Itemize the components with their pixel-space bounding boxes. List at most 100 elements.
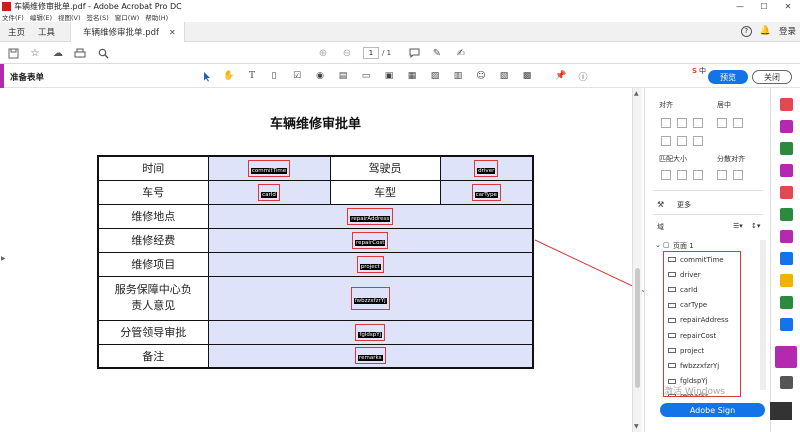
protect-icon[interactable] bbox=[780, 230, 793, 243]
center-vertical-icon[interactable] bbox=[733, 118, 743, 128]
tools-icon[interactable]: ⚒ bbox=[657, 200, 664, 209]
field-list-item[interactable]: repairCost bbox=[664, 328, 740, 343]
print-production-icon[interactable] bbox=[780, 296, 793, 309]
edit-pdf-icon[interactable] bbox=[780, 120, 793, 133]
more-button[interactable]: 更多 bbox=[677, 200, 691, 210]
close-icon[interactable]: ✕ bbox=[169, 28, 176, 37]
page-number-input[interactable]: 1 bbox=[363, 47, 379, 59]
close-form-button[interactable]: 关闭 bbox=[752, 70, 792, 84]
text-field-icon[interactable]: T bbox=[246, 70, 258, 82]
tab-tools[interactable]: 工具 bbox=[38, 22, 55, 42]
comment-icon[interactable] bbox=[407, 46, 421, 60]
tab-home[interactable]: 主页 bbox=[8, 22, 25, 42]
align-top-icon[interactable] bbox=[693, 118, 703, 128]
prepare-form-tool-icon[interactable] bbox=[775, 346, 797, 368]
page-node-label[interactable]: 页面 1 bbox=[673, 241, 694, 251]
scroll-up-icon[interactable]: ▲ bbox=[634, 90, 639, 97]
form-help-icon[interactable]: ⓘ bbox=[577, 70, 589, 83]
field-list-item[interactable]: carId bbox=[664, 282, 740, 297]
pen-icon[interactable]: ✎ bbox=[430, 46, 444, 60]
help-icon[interactable]: ? bbox=[740, 25, 752, 37]
left-panel-toggle-icon[interactable]: ▶ bbox=[1, 255, 6, 262]
star-icon[interactable]: ☆ bbox=[28, 46, 42, 60]
date-field-icon[interactable]: ▨ bbox=[429, 70, 441, 82]
fill-sign-icon[interactable] bbox=[780, 252, 793, 265]
align-bottom-icon[interactable] bbox=[661, 136, 671, 146]
checkbox-icon[interactable]: ☑ bbox=[291, 70, 303, 82]
print-icon[interactable] bbox=[73, 46, 87, 60]
organize-pages-icon[interactable] bbox=[780, 164, 793, 177]
match-both-icon[interactable] bbox=[693, 170, 703, 180]
field-list-item[interactable]: fwbzzxfzrYj bbox=[664, 358, 740, 373]
comment-tool-icon[interactable] bbox=[780, 274, 793, 287]
field-list-item[interactable]: project bbox=[664, 343, 740, 358]
upload-cloud-icon[interactable]: ☁ bbox=[51, 46, 65, 60]
panel-scrollbar[interactable] bbox=[760, 240, 766, 390]
create-pdf-icon[interactable] bbox=[780, 98, 793, 111]
menu-view[interactable]: 视图(V) bbox=[58, 12, 81, 22]
match-height-icon[interactable] bbox=[661, 170, 671, 180]
page-down-icon[interactable]: ⊖ bbox=[340, 46, 354, 60]
distribute-horizontal-icon[interactable] bbox=[717, 170, 727, 180]
preview-button[interactable]: 预览 bbox=[708, 70, 748, 84]
barcode-icon[interactable]: ▥ bbox=[452, 70, 464, 82]
sort-icon[interactable]: ☰▾ bbox=[733, 222, 743, 230]
form-field[interactable]: repairCost bbox=[207, 227, 534, 253]
pin-icon[interactable]: 📌 bbox=[555, 70, 567, 82]
document-scrollbar[interactable]: ▲ ▼ bbox=[632, 88, 642, 432]
scroll-down-icon[interactable]: ▼ bbox=[634, 423, 639, 430]
search-icon[interactable] bbox=[96, 46, 110, 60]
form-field[interactable]: driver bbox=[439, 155, 534, 181]
scan-icon[interactable] bbox=[780, 208, 793, 221]
radio-button-icon[interactable]: ◉ bbox=[314, 70, 326, 82]
send-icon[interactable] bbox=[780, 318, 793, 331]
form-field[interactable]: remarks bbox=[207, 343, 534, 369]
form-field[interactable]: commitTime bbox=[207, 155, 331, 181]
form-field[interactable]: carType bbox=[439, 179, 534, 205]
distribute-vertical-icon[interactable] bbox=[733, 170, 743, 180]
menu-edit[interactable]: 编辑(E) bbox=[30, 12, 52, 22]
sign-icon[interactable]: ✍ bbox=[454, 46, 468, 60]
combine-icon[interactable] bbox=[780, 142, 793, 155]
menu-file[interactable]: 文件(F) bbox=[2, 12, 24, 22]
export-pdf-icon[interactable] bbox=[780, 186, 793, 199]
maximize-button[interactable]: ☐ bbox=[752, 0, 776, 12]
page-up-icon[interactable]: ⊕ bbox=[316, 46, 330, 60]
menu-window[interactable]: 窗口(W) bbox=[115, 12, 140, 22]
sort-order-icon[interactable]: ↕▾ bbox=[751, 222, 760, 230]
align-hcenter-icon[interactable] bbox=[677, 136, 687, 146]
signature-field-icon[interactable]: ☺ bbox=[475, 70, 487, 82]
match-width-icon[interactable] bbox=[677, 170, 687, 180]
field-list-item[interactable]: commitTime bbox=[664, 252, 740, 267]
align-right-icon[interactable] bbox=[677, 118, 687, 128]
login-button[interactable]: 登录 bbox=[779, 25, 796, 37]
field-list-item[interactable]: carType bbox=[664, 298, 740, 313]
dropdown-icon[interactable]: ▭ bbox=[360, 70, 372, 82]
center-horizontal-icon[interactable] bbox=[717, 118, 727, 128]
form-field[interactable]: fgldspYj bbox=[207, 319, 534, 345]
list-box-icon[interactable]: ▤ bbox=[337, 70, 349, 82]
page-node-expand-icon[interactable]: ⌄ bbox=[655, 241, 661, 249]
form-field[interactable]: repairAddress bbox=[207, 203, 534, 229]
select-cursor-icon[interactable] bbox=[201, 70, 213, 82]
align-vcenter-icon[interactable] bbox=[693, 136, 703, 146]
form-field[interactable]: project bbox=[207, 251, 534, 277]
align-left-icon[interactable] bbox=[661, 118, 671, 128]
image-field-icon[interactable]: ▦ bbox=[406, 70, 418, 82]
button-field-icon[interactable]: ▣ bbox=[383, 70, 395, 82]
text-box-icon[interactable]: ▯ bbox=[268, 70, 280, 82]
form-field[interactable]: fwbzzxfzrYj bbox=[207, 275, 534, 321]
minimize-button[interactable]: — bbox=[728, 0, 752, 12]
more-tools-icon[interactable] bbox=[780, 376, 793, 389]
form-field[interactable]: carId bbox=[207, 179, 331, 205]
bell-icon[interactable]: 🔔 bbox=[760, 26, 771, 36]
hand-icon[interactable]: ✋ bbox=[223, 70, 235, 82]
field-list-item[interactable]: repairAddress bbox=[664, 313, 740, 328]
close-window-button[interactable]: ✕ bbox=[776, 0, 800, 12]
digital-id-icon[interactable]: ▧ bbox=[498, 70, 510, 82]
tab-document[interactable]: 车辆维修审批单.pdf ✕ bbox=[70, 22, 185, 42]
save-icon[interactable] bbox=[6, 46, 20, 60]
scroll-thumb[interactable] bbox=[635, 268, 640, 388]
adobe-sign-button[interactable]: Adobe Sign bbox=[660, 403, 765, 417]
field-list-item[interactable]: driver bbox=[664, 267, 740, 282]
